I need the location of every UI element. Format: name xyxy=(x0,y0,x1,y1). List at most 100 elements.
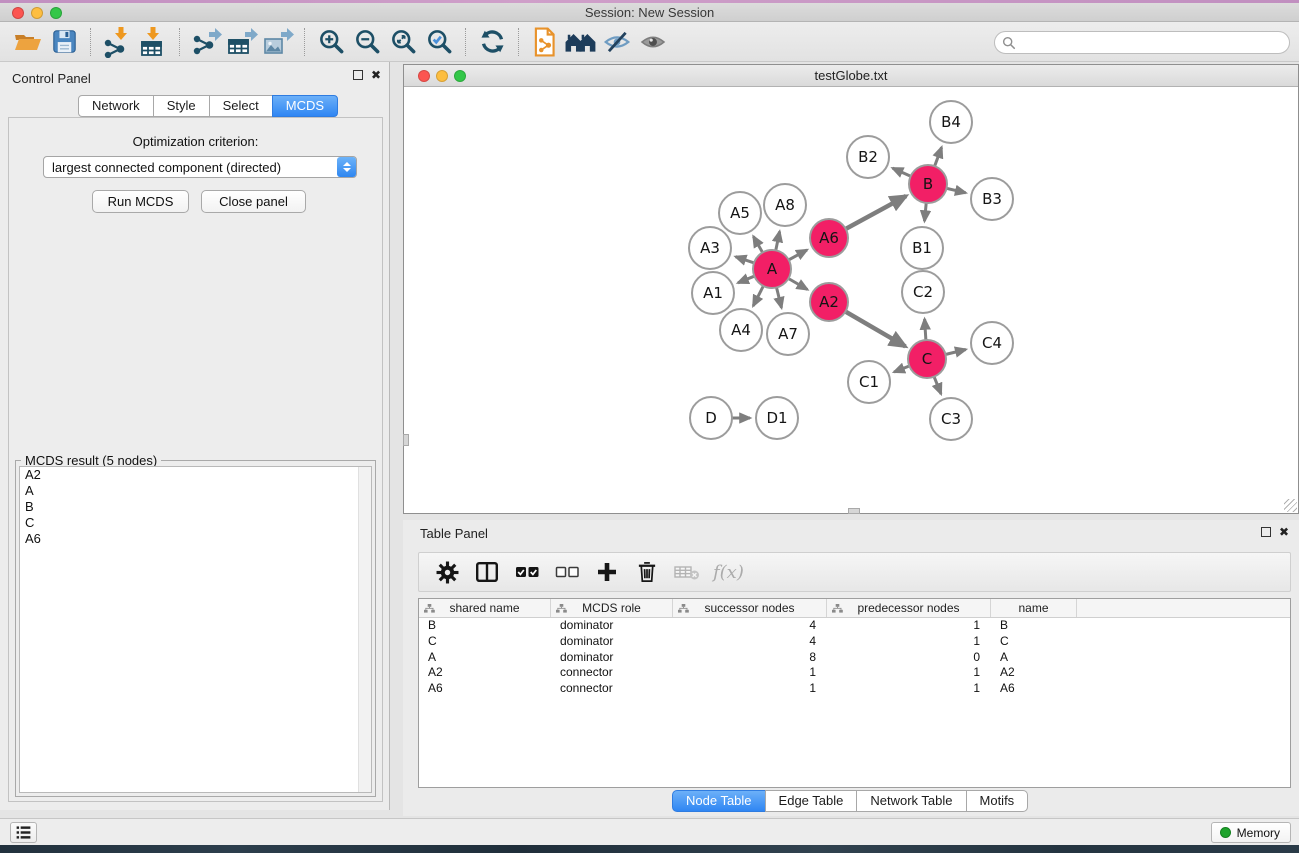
show-columns-button[interactable] xyxy=(469,556,505,588)
table-row[interactable]: A2connector11A2 xyxy=(419,665,1290,681)
table-cell[interactable]: C xyxy=(419,634,551,650)
table-cell[interactable]: 0 xyxy=(827,650,991,666)
export-network-button[interactable] xyxy=(188,25,224,59)
hide-selected-button[interactable] xyxy=(599,25,635,59)
new-network-from-selection-button[interactable] xyxy=(527,25,563,59)
deselect-all-button[interactable] xyxy=(549,556,585,588)
table-cell[interactable]: 4 xyxy=(673,618,827,634)
table-cell[interactable]: 1 xyxy=(827,665,991,681)
node-A8[interactable]: A8 xyxy=(764,184,806,226)
node-C[interactable]: C xyxy=(908,340,946,378)
table-cell[interactable]: A xyxy=(419,650,551,666)
result-item-a6[interactable]: A6 xyxy=(20,531,371,547)
export-image-button[interactable] xyxy=(260,25,296,59)
float-panel-icon[interactable] xyxy=(353,70,363,80)
table-cell[interactable]: connector xyxy=(551,665,673,681)
zoom-in-button[interactable] xyxy=(313,25,349,59)
close-table-panel-icon[interactable]: ✖ xyxy=(1279,527,1289,537)
delete-row-button[interactable] xyxy=(629,556,665,588)
zoom-fit-button[interactable] xyxy=(385,25,421,59)
column-header-name[interactable]: name xyxy=(991,599,1077,617)
toolbar-search-field[interactable] xyxy=(994,31,1290,54)
network-bottom-scroll-stub[interactable] xyxy=(848,508,860,514)
table-cell[interactable]: C xyxy=(991,634,1077,650)
node-D1[interactable]: D1 xyxy=(756,397,798,439)
table-cell[interactable]: 1 xyxy=(827,634,991,650)
node-B[interactable]: B xyxy=(909,165,947,203)
table-cell[interactable]: A2 xyxy=(991,665,1077,681)
table-cell[interactable]: dominator xyxy=(551,618,673,634)
node-C4[interactable]: C4 xyxy=(971,322,1013,364)
node-table[interactable]: shared nameMCDS rolesuccessor nodesprede… xyxy=(418,598,1291,788)
node-A7[interactable]: A7 xyxy=(767,313,809,355)
task-history-button[interactable] xyxy=(10,822,37,843)
search-input[interactable] xyxy=(1016,34,1289,52)
tab-network-table[interactable]: Network Table xyxy=(856,790,966,812)
save-session-button[interactable] xyxy=(46,25,82,59)
zoom-out-button[interactable] xyxy=(349,25,385,59)
network-resize-grip[interactable] xyxy=(1284,499,1297,512)
column-header-successor-nodes[interactable]: successor nodes xyxy=(673,599,827,617)
tab-node-table[interactable]: Node Table xyxy=(672,790,766,812)
node-A3[interactable]: A3 xyxy=(689,227,731,269)
network-left-scroll-stub[interactable] xyxy=(403,434,409,446)
result-item-c[interactable]: C xyxy=(20,515,371,531)
table-cell[interactable]: 4 xyxy=(673,634,827,650)
network-graph[interactable]: A A1 A2 A3 A4 A5 A6 A7 A8 B B1 B2 B3 B4 C C1 C2 C3 C4 D D1 xyxy=(404,88,1298,513)
column-header-MCDS-role[interactable]: MCDS role xyxy=(551,599,673,617)
node-B1[interactable]: B1 xyxy=(901,227,943,269)
node-D[interactable]: D xyxy=(690,397,732,439)
table-cell[interactable]: A2 xyxy=(419,665,551,681)
import-network-button[interactable] xyxy=(99,25,135,59)
node-B2[interactable]: B2 xyxy=(847,136,889,178)
column-header-predecessor-nodes[interactable]: predecessor nodes xyxy=(827,599,991,617)
tab-motifs[interactable]: Motifs xyxy=(966,790,1029,812)
node-C1[interactable]: C1 xyxy=(848,361,890,403)
close-panel-button[interactable]: Close panel xyxy=(201,190,306,213)
node-C3[interactable]: C3 xyxy=(930,398,972,440)
show-all-button[interactable] xyxy=(635,25,671,59)
result-item-b[interactable]: B xyxy=(20,499,371,515)
add-row-button[interactable] xyxy=(589,556,625,588)
run-mcds-button[interactable]: Run MCDS xyxy=(92,190,189,213)
float-table-panel-icon[interactable] xyxy=(1261,527,1271,537)
table-cell[interactable]: A6 xyxy=(991,681,1077,697)
close-panel-icon[interactable]: ✖ xyxy=(371,70,381,80)
node-A[interactable]: A xyxy=(753,250,791,288)
table-cell[interactable]: connector xyxy=(551,681,673,697)
node-A4[interactable]: A4 xyxy=(720,309,762,351)
node-A1[interactable]: A1 xyxy=(692,272,734,314)
table-cell[interactable]: 1 xyxy=(673,665,827,681)
tab-mcds[interactable]: MCDS xyxy=(272,95,338,117)
network-window-titlebar[interactable]: testGlobe.txt xyxy=(404,65,1298,87)
first-neighbors-button[interactable] xyxy=(563,25,599,59)
table-cell[interactable]: dominator xyxy=(551,634,673,650)
table-cell[interactable]: A xyxy=(991,650,1077,666)
tab-network[interactable]: Network xyxy=(78,95,154,117)
mcds-result-list[interactable]: A2ABCA6 xyxy=(19,466,372,793)
node-B4[interactable]: B4 xyxy=(930,101,972,143)
node-A5[interactable]: A5 xyxy=(719,192,761,234)
table-cell[interactable]: dominator xyxy=(551,650,673,666)
tab-style[interactable]: Style xyxy=(153,95,210,117)
node-C2[interactable]: C2 xyxy=(902,271,944,313)
zoom-selected-button[interactable] xyxy=(421,25,457,59)
table-cell[interactable]: B xyxy=(991,618,1077,634)
table-cell[interactable]: A6 xyxy=(419,681,551,697)
table-row[interactable]: A6connector11A6 xyxy=(419,681,1290,697)
result-item-a2[interactable]: A2 xyxy=(20,467,371,483)
node-A2[interactable]: A2 xyxy=(810,283,848,321)
node-B3[interactable]: B3 xyxy=(971,178,1013,220)
table-cell[interactable]: 1 xyxy=(827,681,991,697)
table-cell[interactable]: 1 xyxy=(673,681,827,697)
import-table-button[interactable] xyxy=(135,25,171,59)
table-row[interactable]: Adominator80A xyxy=(419,650,1290,666)
node-A6[interactable]: A6 xyxy=(810,219,848,257)
result-list-scrollbar[interactable] xyxy=(358,467,371,792)
result-item-a[interactable]: A xyxy=(20,483,371,499)
table-row[interactable]: Bdominator41B xyxy=(419,618,1290,634)
memory-button[interactable]: Memory xyxy=(1211,822,1291,843)
select-all-button[interactable] xyxy=(509,556,545,588)
table-options-button[interactable] xyxy=(429,556,465,588)
column-header-shared-name[interactable]: shared name xyxy=(419,599,551,617)
